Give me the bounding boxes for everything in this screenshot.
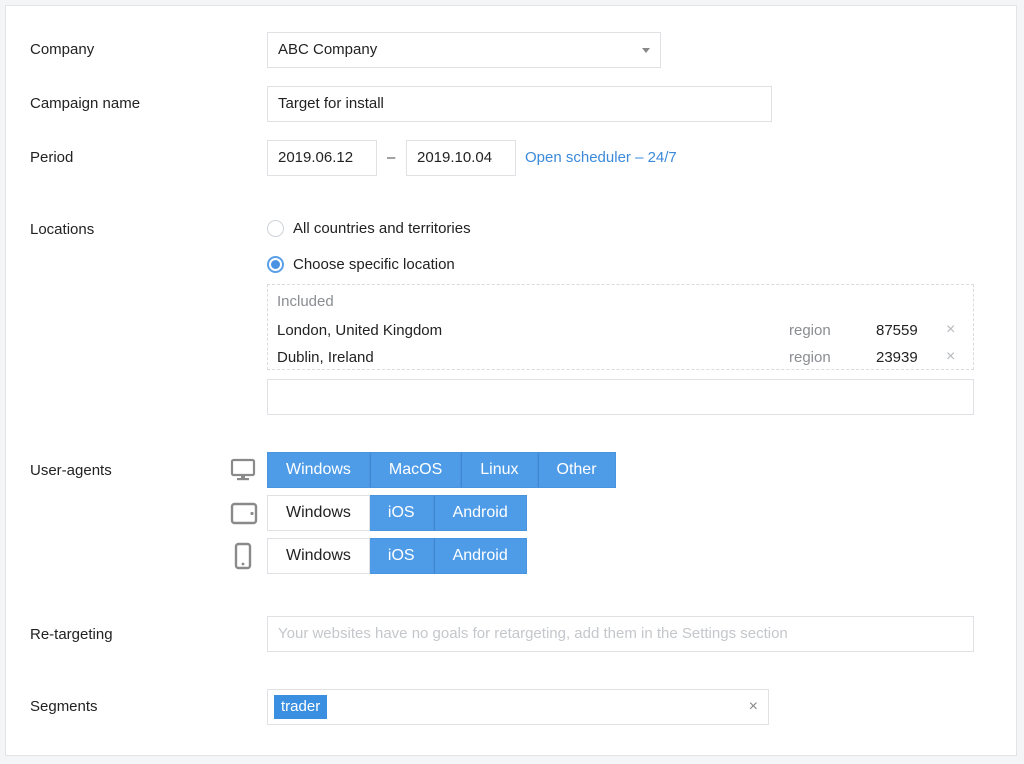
location-count: 87559 <box>876 322 918 339</box>
period-end-value: 2019.10.04 <box>417 149 493 166</box>
user-agents-label: User-agents <box>30 462 112 479</box>
company-select[interactable]: ABC Company <box>267 32 661 68</box>
radio-specific-location[interactable]: Choose specific location <box>267 256 455 273</box>
mobile-phone-icon <box>234 542 252 570</box>
location-name: Dublin, Ireland <box>277 349 374 366</box>
tablet-android-toggle[interactable]: Android <box>433 495 527 531</box>
locations-label: Locations <box>30 221 95 238</box>
desktop-windows-toggle[interactable]: Windows <box>267 452 370 488</box>
chevron-down-icon <box>642 48 650 53</box>
location-row: Dublin, Ireland region 23939 × <box>277 348 973 371</box>
location-search-input[interactable] <box>267 379 974 415</box>
period-label: Period <box>30 149 74 166</box>
location-name: London, United Kingdom <box>277 322 443 339</box>
retargeting-input[interactable]: Your websites have no goals for retarget… <box>267 616 974 652</box>
location-type: region <box>789 349 831 366</box>
tablet-icon <box>230 502 258 525</box>
campaign-form-panel: Company ABC Company Campaign name Target… <box>5 5 1017 756</box>
company-label: Company <box>30 41 95 58</box>
period-end-input[interactable]: 2019.10.04 <box>406 140 516 176</box>
included-header: Included <box>277 293 334 310</box>
location-count: 23939 <box>876 349 918 366</box>
tablet-os-toggle-group: Windows iOS Android <box>267 495 527 531</box>
desktop-os-toggle-group: Windows MacOS Linux Other <box>267 452 616 488</box>
tablet-ios-toggle[interactable]: iOS <box>369 495 434 531</box>
segments-label: Segments <box>30 698 98 715</box>
included-locations-box: Included London, United Kingdom region 8… <box>267 284 974 370</box>
radio-all-countries[interactable]: All countries and territories <box>267 220 471 237</box>
retargeting-label: Re-targeting <box>30 626 113 643</box>
mobile-android-toggle[interactable]: Android <box>433 538 527 574</box>
radio-specific-location-label: Choose specific location <box>293 256 455 273</box>
desktop-other-toggle[interactable]: Other <box>537 452 616 488</box>
period-start-input[interactable]: 2019.06.12 <box>267 140 377 176</box>
mobile-windows-toggle[interactable]: Windows <box>267 538 370 574</box>
company-select-value: ABC Company <box>278 41 378 58</box>
radio-all-countries-label: All countries and territories <box>293 220 471 237</box>
segment-tag[interactable]: trader <box>274 695 328 719</box>
open-scheduler-link[interactable]: Open scheduler – 24/7 <box>525 149 677 166</box>
clear-icon[interactable]: × <box>749 690 758 724</box>
location-type: region <box>789 322 831 339</box>
location-row: London, United Kingdom region 87559 × <box>277 321 973 344</box>
desktop-macos-toggle[interactable]: MacOS <box>369 452 462 488</box>
retargeting-placeholder: Your websites have no goals for retarget… <box>278 625 788 642</box>
campaign-name-value: Target for install <box>278 95 384 112</box>
remove-icon[interactable]: × <box>946 348 955 366</box>
campaign-name-input[interactable]: Target for install <box>267 86 772 122</box>
period-separator: – <box>387 149 396 166</box>
mobile-os-toggle-group: Windows iOS Android <box>267 538 527 574</box>
radio-button[interactable] <box>267 220 284 237</box>
tablet-windows-toggle[interactable]: Windows <box>267 495 370 531</box>
period-start-value: 2019.06.12 <box>278 149 354 166</box>
segments-input[interactable]: trader × <box>267 689 769 725</box>
radio-button-checked[interactable] <box>267 256 284 273</box>
desktop-linux-toggle[interactable]: Linux <box>461 452 538 488</box>
desktop-icon <box>230 458 256 481</box>
remove-icon[interactable]: × <box>946 321 955 339</box>
mobile-ios-toggle[interactable]: iOS <box>369 538 434 574</box>
campaign-name-label: Campaign name <box>30 95 141 112</box>
